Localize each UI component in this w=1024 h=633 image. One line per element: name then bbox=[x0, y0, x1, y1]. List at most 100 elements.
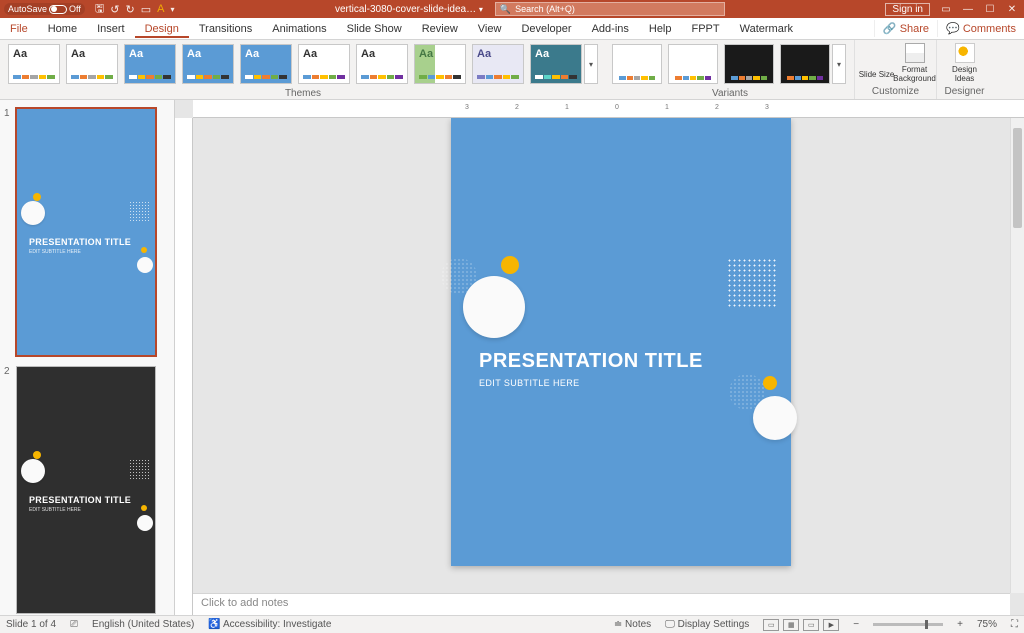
tab-home[interactable]: Home bbox=[38, 20, 87, 38]
theme-tile[interactable]: Aa bbox=[414, 44, 466, 84]
tab-review[interactable]: Review bbox=[412, 20, 468, 38]
vertical-scrollbar[interactable] bbox=[1010, 118, 1024, 593]
tab-addins[interactable]: Add-ins bbox=[582, 20, 639, 38]
normal-view-button[interactable]: ▭ bbox=[763, 619, 779, 631]
tab-watermark[interactable]: Watermark bbox=[730, 20, 803, 38]
zoom-in-button[interactable]: + bbox=[957, 619, 963, 630]
close-icon[interactable]: ✕ bbox=[1006, 4, 1018, 15]
theme-tile[interactable]: Aa bbox=[240, 44, 292, 84]
theme-tile[interactable]: Aa bbox=[182, 44, 234, 84]
zoom-out-button[interactable]: − bbox=[853, 619, 859, 630]
document-title[interactable]: vertical-3080-cover-slide-idea… ▾ bbox=[335, 4, 483, 15]
undo-icon[interactable]: ↺ bbox=[110, 3, 119, 16]
zoom-slider[interactable] bbox=[873, 623, 943, 626]
maximize-icon[interactable]: ☐ bbox=[984, 4, 996, 15]
spellcheck-icon[interactable]: ⎚ bbox=[70, 619, 78, 630]
save-icon[interactable]: 🖫 bbox=[95, 0, 104, 19]
tab-help[interactable]: Help bbox=[639, 20, 682, 38]
titlebar: AutoSave Off 🖫 ↺ ↻ ▭ A ▾ vertical-3080-c… bbox=[0, 0, 1024, 18]
white-circle-icon bbox=[463, 276, 525, 338]
variant-tile[interactable] bbox=[724, 44, 774, 84]
slide-title-text[interactable]: PRESENTATION TITLE bbox=[479, 350, 703, 373]
variant-tile[interactable] bbox=[612, 44, 662, 84]
design-ideas-button[interactable]: Design Ideas bbox=[947, 43, 983, 83]
theme-tile[interactable]: Aa bbox=[356, 44, 408, 84]
tab-developer[interactable]: Developer bbox=[511, 20, 581, 38]
comments-button[interactable]: 💬 Comments bbox=[937, 20, 1024, 37]
horizontal-ruler[interactable]: 3 2 1 0 1 2 3 bbox=[193, 100, 1024, 118]
tab-slideshow[interactable]: Slide Show bbox=[337, 20, 412, 38]
autosave-pill-icon bbox=[49, 5, 67, 14]
qat-more-icon[interactable]: ▾ bbox=[170, 5, 174, 14]
white-circle-icon bbox=[137, 257, 153, 273]
accessibility-status[interactable]: ♿ Accessibility: Investigate bbox=[208, 619, 331, 630]
display-settings-button[interactable]: 🖵 Display Settings bbox=[665, 619, 749, 630]
font-color-icon[interactable]: A bbox=[157, 3, 164, 15]
notes-toggle[interactable]: ≐ Notes bbox=[614, 619, 651, 630]
search-placeholder: Search (Alt+Q) bbox=[515, 4, 575, 14]
themes-more-button[interactable]: ▾ bbox=[584, 44, 598, 84]
slide-canvas[interactable]: PRESENTATION TITLE EDIT SUBTITLE HERE bbox=[193, 118, 1024, 615]
theme-tile[interactable]: Aa bbox=[66, 44, 118, 84]
ribbon-design: Aa Aa Aa Aa Aa Aa Aa Aa Aa Aa ▾ Themes ▾… bbox=[0, 40, 1024, 100]
variants-more-button[interactable]: ▾ bbox=[832, 44, 846, 84]
theme-tile[interactable]: Aa bbox=[530, 44, 582, 84]
variants-group: ▾ Variants bbox=[606, 40, 854, 99]
white-circle-icon bbox=[21, 459, 45, 483]
slide-edit-area: 3 2 1 0 1 2 3 PRESENTATION TITLE EDIT SU… bbox=[175, 100, 1024, 615]
variant-tile[interactable] bbox=[780, 44, 830, 84]
theme-tile[interactable]: Aa bbox=[472, 44, 524, 84]
slideshow-view-button[interactable]: ▶ bbox=[823, 619, 839, 631]
tab-view[interactable]: View bbox=[468, 20, 512, 38]
yellow-circle-icon bbox=[141, 247, 147, 253]
quick-access-toolbar: 🖫 ↺ ↻ ▭ A ▾ bbox=[95, 0, 175, 19]
slide-thumbnail-2[interactable]: PRESENTATION TITLE EDIT SUBTITLE HERE bbox=[16, 366, 156, 614]
search-box[interactable]: 🔍 Search (Alt+Q) bbox=[495, 2, 725, 16]
theme-tile[interactable]: Aa bbox=[298, 44, 350, 84]
white-circle-icon bbox=[21, 201, 45, 225]
autosave-label: AutoSave bbox=[8, 4, 47, 14]
customize-group: Slide Size Format Background Customize bbox=[854, 40, 936, 99]
designer-group-label: Designer bbox=[937, 86, 992, 99]
autosave-state: Off bbox=[69, 4, 81, 14]
language-status[interactable]: English (United States) bbox=[92, 619, 194, 630]
thumb-number: 2 bbox=[4, 366, 12, 614]
theme-tile[interactable]: Aa bbox=[124, 44, 176, 84]
tab-file[interactable]: File bbox=[0, 20, 38, 38]
slide-thumbnail-panel[interactable]: 1 PRESENTATION TITLE EDIT SUBTITLE HERE … bbox=[0, 100, 175, 615]
notes-pane[interactable]: Click to add notes bbox=[193, 593, 1010, 615]
autosave-toggle[interactable]: AutoSave Off bbox=[4, 3, 85, 15]
share-button[interactable]: 🔗 Share bbox=[874, 20, 937, 37]
variant-tile[interactable] bbox=[668, 44, 718, 84]
minimize-icon[interactable]: — bbox=[962, 4, 974, 15]
current-slide[interactable]: PRESENTATION TITLE EDIT SUBTITLE HERE bbox=[451, 118, 791, 566]
tab-insert[interactable]: Insert bbox=[87, 20, 135, 38]
white-circle-icon bbox=[137, 515, 153, 531]
slide-counter[interactable]: Slide 1 of 4 bbox=[6, 619, 56, 630]
format-background-button[interactable]: Format Background bbox=[897, 43, 933, 83]
search-icon: 🔍 bbox=[500, 4, 511, 15]
designer-group: Design Ideas Designer bbox=[936, 40, 992, 99]
tab-transitions[interactable]: Transitions bbox=[189, 20, 262, 38]
fit-to-window-button[interactable]: ⛶ bbox=[1011, 619, 1018, 630]
thumb-title: PRESENTATION TITLE bbox=[29, 237, 131, 247]
redo-icon[interactable]: ↻ bbox=[125, 3, 134, 16]
sign-in-button[interactable]: Sign in bbox=[885, 3, 930, 16]
vertical-ruler[interactable] bbox=[175, 118, 193, 615]
theme-tile[interactable]: Aa bbox=[8, 44, 60, 84]
thumb-subtitle: EDIT SUBTITLE HERE bbox=[29, 507, 81, 513]
yellow-circle-icon bbox=[33, 193, 41, 201]
tab-fppt[interactable]: FPPT bbox=[682, 20, 730, 38]
slide-thumbnail-1[interactable]: PRESENTATION TITLE EDIT SUBTITLE HERE bbox=[16, 108, 156, 356]
view-buttons: ▭ ▦ ▭ ▶ bbox=[763, 619, 839, 631]
tab-design[interactable]: Design bbox=[135, 20, 189, 38]
thumb-title: PRESENTATION TITLE bbox=[29, 495, 131, 505]
reading-view-button[interactable]: ▭ bbox=[803, 619, 819, 631]
ribbon-display-icon[interactable]: ▭ bbox=[940, 4, 952, 15]
sorter-view-button[interactable]: ▦ bbox=[783, 619, 799, 631]
slide-subtitle-text[interactable]: EDIT SUBTITLE HERE bbox=[479, 378, 580, 388]
zoom-level[interactable]: 75% bbox=[977, 619, 997, 630]
start-slideshow-icon[interactable]: ▭ bbox=[141, 3, 151, 16]
tab-animations[interactable]: Animations bbox=[262, 20, 336, 38]
slide-size-button[interactable]: Slide Size bbox=[859, 48, 895, 79]
